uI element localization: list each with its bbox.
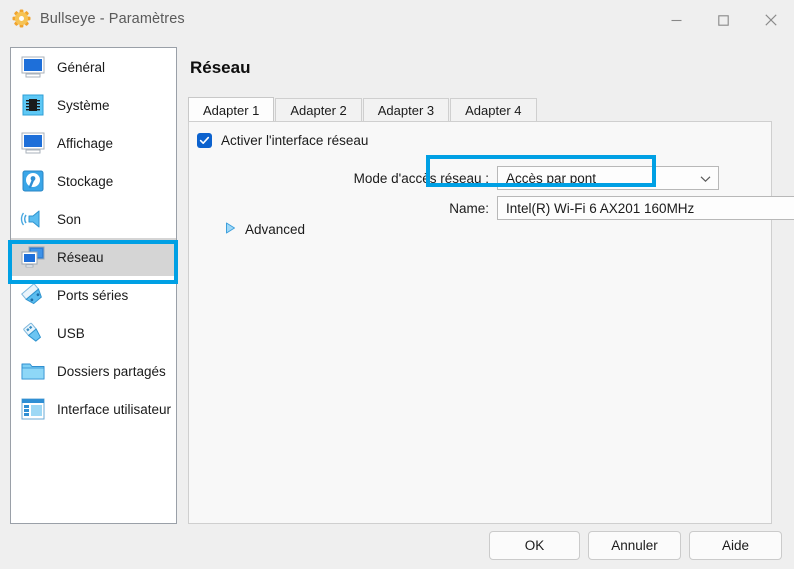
adapter-name-value: Intel(R) Wi-Fi 6 AX201 160MHz (506, 200, 695, 216)
page-title: Réseau (190, 58, 251, 77)
display-icon (19, 130, 47, 156)
sidebar-item-label: Affichage (57, 135, 114, 151)
sidebar-item-system[interactable]: Système (11, 86, 176, 124)
attached-to-dropdown[interactable]: Accès par pont (497, 166, 719, 190)
settings-sidebar[interactable]: Général Système Affichage Stockage Son R… (10, 47, 177, 524)
tab-adapter-1[interactable]: Adapter 1 (188, 97, 275, 122)
cpu-chip-icon (19, 92, 47, 118)
sidebar-item-sound[interactable]: Son (11, 200, 176, 238)
attached-to-label: Mode d'accès réseau : (353, 170, 489, 186)
cancel-button[interactable]: Annuler (588, 531, 681, 560)
adapter-name-dropdown[interactable]: Intel(R) Wi-Fi 6 AX201 160MHz (497, 196, 794, 220)
adapter-panel: Activer l'interface réseau Mode d'accès … (188, 121, 794, 524)
attached-to-field: Mode d'accès réseau : Accès par pont (301, 166, 719, 190)
close-button[interactable] (747, 0, 794, 40)
adapter-name-field: Name: Intel(R) Wi-Fi 6 AX201 160MHz (301, 196, 794, 220)
minimize-button[interactable] (653, 0, 700, 40)
enable-adapter-label: Activer l'interface réseau (221, 133, 369, 148)
sidebar-item-display[interactable]: Affichage (11, 124, 176, 162)
gear-icon (12, 9, 31, 28)
speaker-icon (19, 206, 47, 232)
hard-disk-icon (19, 168, 47, 194)
title-bar-left: Bullseye - Paramètres (12, 9, 185, 28)
sidebar-item-label: USB (57, 325, 85, 341)
sidebar-item-shared-folders[interactable]: Dossiers partagés (11, 352, 176, 390)
settings-window: Bullseye - Paramètres Général Système Af… (0, 0, 794, 569)
sidebar-item-label: Ports séries (57, 287, 129, 303)
window-title: Bullseye - Paramètres (40, 10, 185, 27)
adapter-name-label: Name: (449, 200, 489, 216)
user-interface-icon (19, 396, 47, 422)
folder-icon (19, 358, 47, 384)
dialog-button-bar: OK Annuler Aide (0, 531, 794, 561)
enable-adapter-row[interactable]: Activer l'interface réseau (197, 133, 368, 148)
sidebar-item-label: Interface utilisateur (57, 401, 172, 417)
sidebar-item-user-interface[interactable]: Interface utilisateur (11, 390, 176, 428)
network-icon (19, 244, 47, 270)
help-button[interactable]: Aide (689, 531, 782, 560)
attached-to-value: Accès par pont (506, 170, 597, 186)
advanced-expander[interactable]: Advanced (225, 222, 305, 237)
sidebar-item-label: Stockage (57, 173, 114, 189)
ok-button[interactable]: OK (489, 531, 580, 560)
window-controls (653, 0, 794, 40)
advanced-label: Advanced (245, 222, 306, 237)
tab-adapter-2[interactable]: Adapter 2 (275, 98, 362, 122)
monitor-icon (19, 54, 47, 80)
sidebar-item-general[interactable]: Général (11, 48, 176, 86)
adapter-tabs: Adapter 1 Adapter 2 Adapter 3 Adapter 4 (188, 97, 538, 122)
sidebar-item-label: Système (57, 97, 110, 113)
sidebar-item-usb[interactable]: USB (11, 314, 176, 352)
sidebar-item-label: Réseau (57, 249, 104, 265)
chevron-down-icon (700, 171, 711, 186)
sidebar-item-network[interactable]: Réseau (11, 238, 176, 276)
triangle-right-icon (225, 222, 236, 237)
enable-adapter-checkbox[interactable] (197, 133, 212, 148)
tab-adapter-3[interactable]: Adapter 3 (362, 98, 450, 122)
tab-adapter-4[interactable]: Adapter 4 (450, 98, 537, 122)
usb-icon (19, 320, 47, 346)
sidebar-item-label: Son (57, 211, 82, 227)
maximize-button[interactable] (700, 0, 747, 40)
sidebar-item-storage[interactable]: Stockage (11, 162, 176, 200)
sidebar-item-label: Général (57, 59, 106, 75)
title-bar: Bullseye - Paramètres (0, 0, 794, 40)
serial-port-icon (19, 282, 47, 308)
sidebar-item-label: Dossiers partagés (57, 363, 166, 379)
sidebar-item-serial-ports[interactable]: Ports séries (11, 276, 176, 314)
